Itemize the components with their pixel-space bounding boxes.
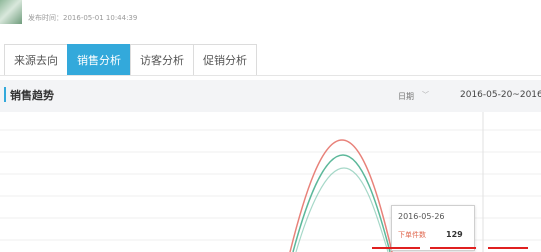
- tooltip-date: 2016-05-26: [398, 212, 445, 221]
- tab-source[interactable]: 来源去向: [4, 44, 68, 75]
- tab-sales[interactable]: 销售分析: [67, 44, 131, 75]
- tab-visitors[interactable]: 访客分析: [130, 44, 194, 75]
- section-accent-bar: [4, 87, 6, 102]
- tabs-divider: [0, 75, 541, 76]
- annotation-mark: [372, 247, 420, 249]
- chevron-down-icon: ﹀: [422, 91, 429, 99]
- series-line-green-light: [295, 167, 389, 252]
- tab-promotion[interactable]: 促销分析: [193, 44, 257, 75]
- analysis-tabs: 来源去向 销售分析 访客分析 促销分析: [4, 44, 257, 75]
- section-title: 销售趋势: [10, 89, 54, 102]
- publish-time: 发布时间：2016-05-01 10:44:39: [28, 14, 138, 22]
- annotation-mark: [488, 247, 528, 249]
- tooltip-label: 下单件数: [398, 231, 426, 239]
- date-range[interactable]: 2016-05-20~2016: [460, 90, 541, 100]
- series-line-green: [292, 154, 391, 252]
- tooltip-value: 129: [446, 230, 463, 239]
- date-dropdown[interactable]: 日期: [398, 91, 414, 102]
- annotation-mark: [430, 247, 476, 249]
- product-thumbnail: [0, 0, 22, 24]
- chart-tooltip: 2016-05-26 下单件数 129: [391, 205, 475, 251]
